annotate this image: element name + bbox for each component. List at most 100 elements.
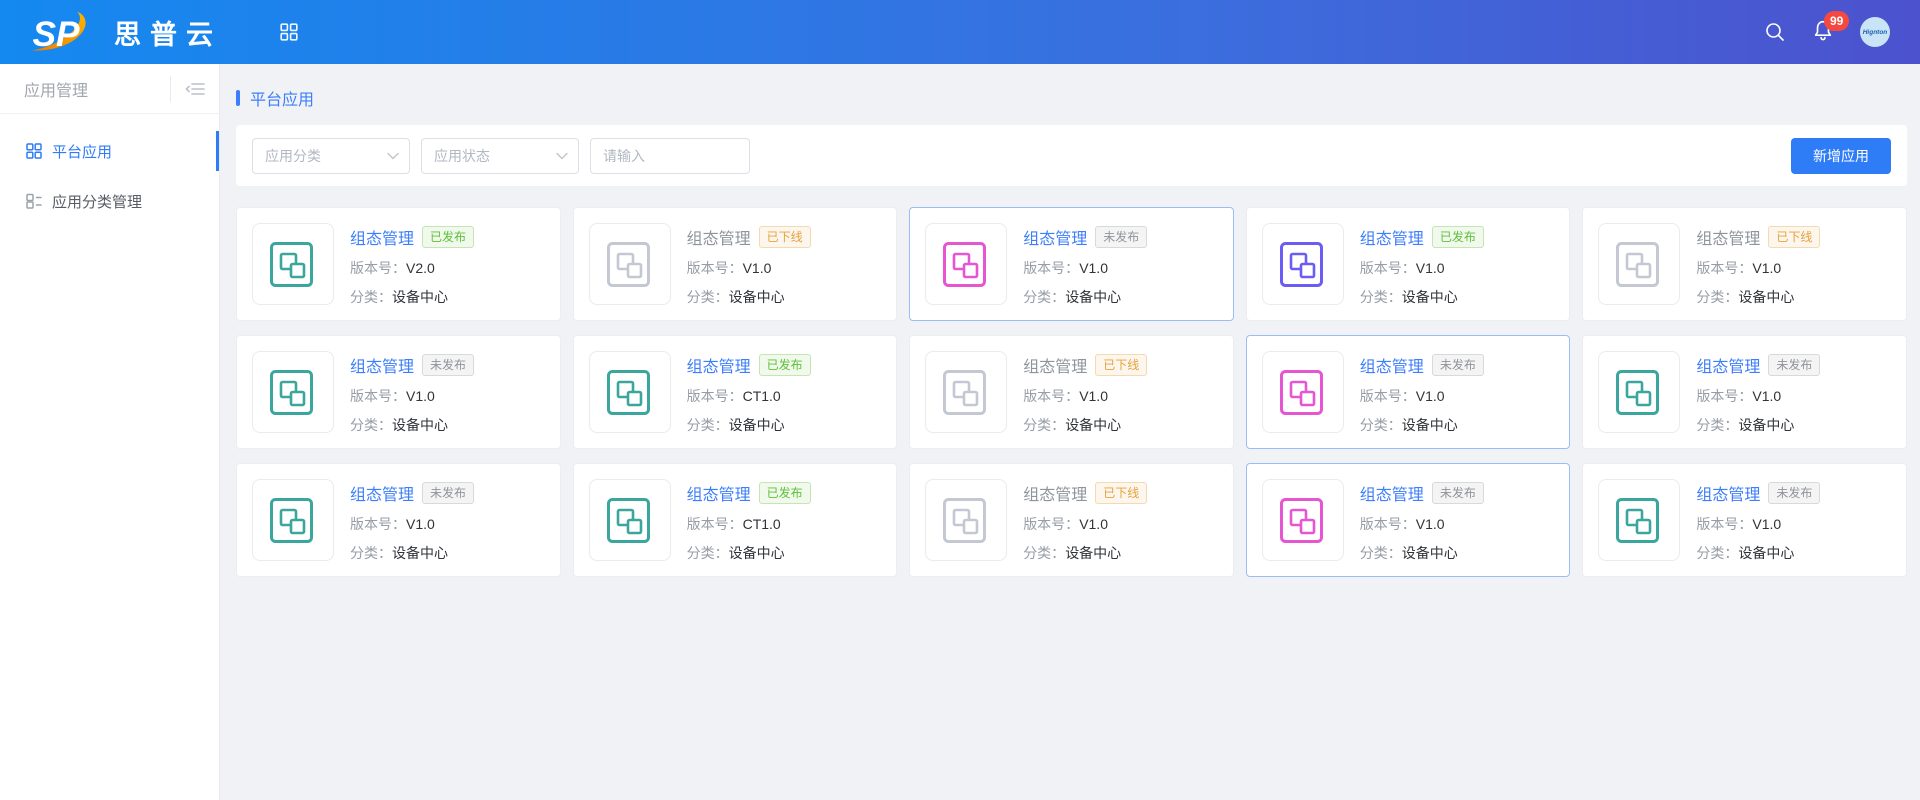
sidebar-menu: 平台应用 应用分类管理 xyxy=(0,114,219,226)
version-row: 版本号：V1.0 xyxy=(1360,514,1484,534)
category-value: 设备中心 xyxy=(1402,289,1458,305)
category-row: 分类：设备中心 xyxy=(1023,287,1147,307)
category-value: 设备中心 xyxy=(1402,417,1458,433)
search-field[interactable] xyxy=(590,138,750,174)
search-input[interactable] xyxy=(590,138,750,174)
app-category-select[interactable] xyxy=(252,138,410,174)
collapse-sidebar-icon[interactable] xyxy=(171,78,219,100)
version-value: V1.0 xyxy=(1752,388,1781,404)
version-row: 版本号：V1.0 xyxy=(687,258,811,278)
category-label: 分类： xyxy=(1360,545,1402,561)
category-row: 分类：设备中心 xyxy=(1023,415,1147,435)
card-info: 组态管理 未发布 版本号：V1.0 分类：设备中心 xyxy=(350,479,474,561)
user-avatar[interactable]: Hignton xyxy=(1860,17,1890,47)
app-card[interactable]: 组态管理 已下线 版本号：V1.0 分类：设备中心 xyxy=(1582,207,1907,321)
sidebar-item-platform-apps[interactable]: 平台应用 xyxy=(0,126,219,176)
card-info: 组态管理 未发布 版本号：V1.0 分类：设备中心 xyxy=(1696,351,1820,433)
sidebar-item-label: 平台应用 xyxy=(52,141,112,162)
app-icon xyxy=(925,351,1007,433)
app-title-link[interactable]: 组态管理 xyxy=(687,225,751,249)
sidebar-header: 应用管理 xyxy=(0,64,219,114)
app-card[interactable]: 组态管理 未发布 版本号：V1.0 分类：设备中心 xyxy=(236,463,561,577)
status-badge: 未发布 xyxy=(1768,354,1820,376)
app-title-link[interactable]: 组态管理 xyxy=(687,481,751,505)
app-title-link[interactable]: 组态管理 xyxy=(1023,225,1087,249)
main-content: 平台应用 新增应用 xyxy=(220,64,1920,800)
version-row: 版本号：CT1.0 xyxy=(687,514,811,534)
app-card[interactable]: 组态管理 未发布 版本号：V1.0 分类：设备中心 xyxy=(909,207,1234,321)
app-card[interactable]: 组态管理 已下线 版本号：V1.0 分类：设备中心 xyxy=(909,463,1234,577)
version-label: 版本号： xyxy=(1360,516,1416,532)
app-card[interactable]: 组态管理 未发布 版本号：V1.0 分类：设备中心 xyxy=(1246,463,1571,577)
version-row: 版本号：V2.0 xyxy=(350,258,474,278)
app-title-link[interactable]: 组态管理 xyxy=(1023,481,1087,505)
category-row: 分类：设备中心 xyxy=(687,415,811,435)
app-card[interactable]: 组态管理 未发布 版本号：V1.0 分类：设备中心 xyxy=(1246,335,1571,449)
category-value: 设备中心 xyxy=(1402,545,1458,561)
app-title-link[interactable]: 组态管理 xyxy=(350,353,414,377)
version-row: 版本号：V1.0 xyxy=(1360,258,1484,278)
section-header: 平台应用 xyxy=(236,86,1907,110)
app-title-link[interactable]: 组态管理 xyxy=(350,481,414,505)
category-label: 分类： xyxy=(687,417,729,433)
app-title-link[interactable]: 组态管理 xyxy=(1360,353,1424,377)
brand-name: 思普云 xyxy=(114,13,222,52)
app-title-link[interactable]: 组态管理 xyxy=(1360,481,1424,505)
app-title-link[interactable]: 组态管理 xyxy=(687,353,751,377)
category-row: 分类：设备中心 xyxy=(687,543,811,563)
version-value: V1.0 xyxy=(1079,388,1108,404)
svg-text:SP: SP xyxy=(33,15,81,54)
category-value: 设备中心 xyxy=(1738,417,1794,433)
card-info: 组态管理 未发布 版本号：V1.0 分类：设备中心 xyxy=(350,351,474,433)
version-value: V1.0 xyxy=(1416,260,1445,276)
app-title-link[interactable]: 组态管理 xyxy=(1696,353,1760,377)
version-value: V2.0 xyxy=(406,260,435,276)
app-card[interactable]: 组态管理 未发布 版本号：V1.0 分类：设备中心 xyxy=(236,335,561,449)
category-list-icon xyxy=(26,193,42,209)
app-title-link[interactable]: 组态管理 xyxy=(350,225,414,249)
app-card[interactable]: 组态管理 已发布 版本号：V2.0 分类：设备中心 xyxy=(236,207,561,321)
app-card[interactable]: 组态管理 已下线 版本号：V1.0 分类：设备中心 xyxy=(573,207,898,321)
app-title-link[interactable]: 组态管理 xyxy=(1696,481,1760,505)
status-badge: 未发布 xyxy=(1432,354,1484,376)
version-row: 版本号：V1.0 xyxy=(350,514,474,534)
category-value: 设备中心 xyxy=(392,417,448,433)
notification-badge: 99 xyxy=(1824,11,1849,31)
app-card[interactable]: 组态管理 已发布 版本号：CT1.0 分类：设备中心 xyxy=(573,463,898,577)
version-label: 版本号： xyxy=(350,260,406,276)
category-value: 设备中心 xyxy=(729,289,785,305)
version-row: 版本号：V1.0 xyxy=(1360,386,1484,406)
app-card[interactable]: 组态管理 已下线 版本号：V1.0 分类：设备中心 xyxy=(909,335,1234,449)
category-label: 分类： xyxy=(1696,545,1738,561)
version-label: 版本号： xyxy=(687,388,743,404)
search-icon[interactable] xyxy=(1764,21,1786,43)
card-info: 组态管理 未发布 版本号：V1.0 分类：设备中心 xyxy=(1360,351,1484,433)
app-category-select-input[interactable] xyxy=(252,138,410,174)
version-value: V1.0 xyxy=(1752,260,1781,276)
apps-grid-icon[interactable] xyxy=(280,23,298,41)
app-card[interactable]: 组态管理 未发布 版本号：V1.0 分类：设备中心 xyxy=(1582,335,1907,449)
category-label: 分类： xyxy=(350,417,392,433)
app-title-link[interactable]: 组态管理 xyxy=(1696,225,1760,249)
app-status-select[interactable] xyxy=(421,138,579,174)
status-badge: 已发布 xyxy=(759,354,811,376)
category-label: 分类： xyxy=(1360,417,1402,433)
notification-bell[interactable]: 99 xyxy=(1812,19,1834,45)
app-card[interactable]: 组态管理 已发布 版本号：CT1.0 分类：设备中心 xyxy=(573,335,898,449)
app-title-link[interactable]: 组态管理 xyxy=(1023,353,1087,377)
category-row: 分类：设备中心 xyxy=(350,287,474,307)
status-badge: 已下线 xyxy=(1768,226,1820,248)
app-title-link[interactable]: 组态管理 xyxy=(1360,225,1424,249)
category-label: 分类： xyxy=(350,289,392,305)
sidebar-title: 应用管理 xyxy=(0,77,170,101)
card-info: 组态管理 已发布 版本号：CT1.0 分类：设备中心 xyxy=(687,479,811,561)
add-application-button[interactable]: 新增应用 xyxy=(1791,138,1891,174)
status-badge: 已下线 xyxy=(1095,354,1147,376)
version-value: V1.0 xyxy=(1079,516,1108,532)
category-value: 设备中心 xyxy=(729,417,785,433)
app-card[interactable]: 组态管理 已发布 版本号：V1.0 分类：设备中心 xyxy=(1246,207,1571,321)
sidebar-item-app-category-management[interactable]: 应用分类管理 xyxy=(0,176,219,226)
app-card[interactable]: 组态管理 未发布 版本号：V1.0 分类：设备中心 xyxy=(1582,463,1907,577)
app-status-select-input[interactable] xyxy=(421,138,579,174)
app-icon xyxy=(925,223,1007,305)
